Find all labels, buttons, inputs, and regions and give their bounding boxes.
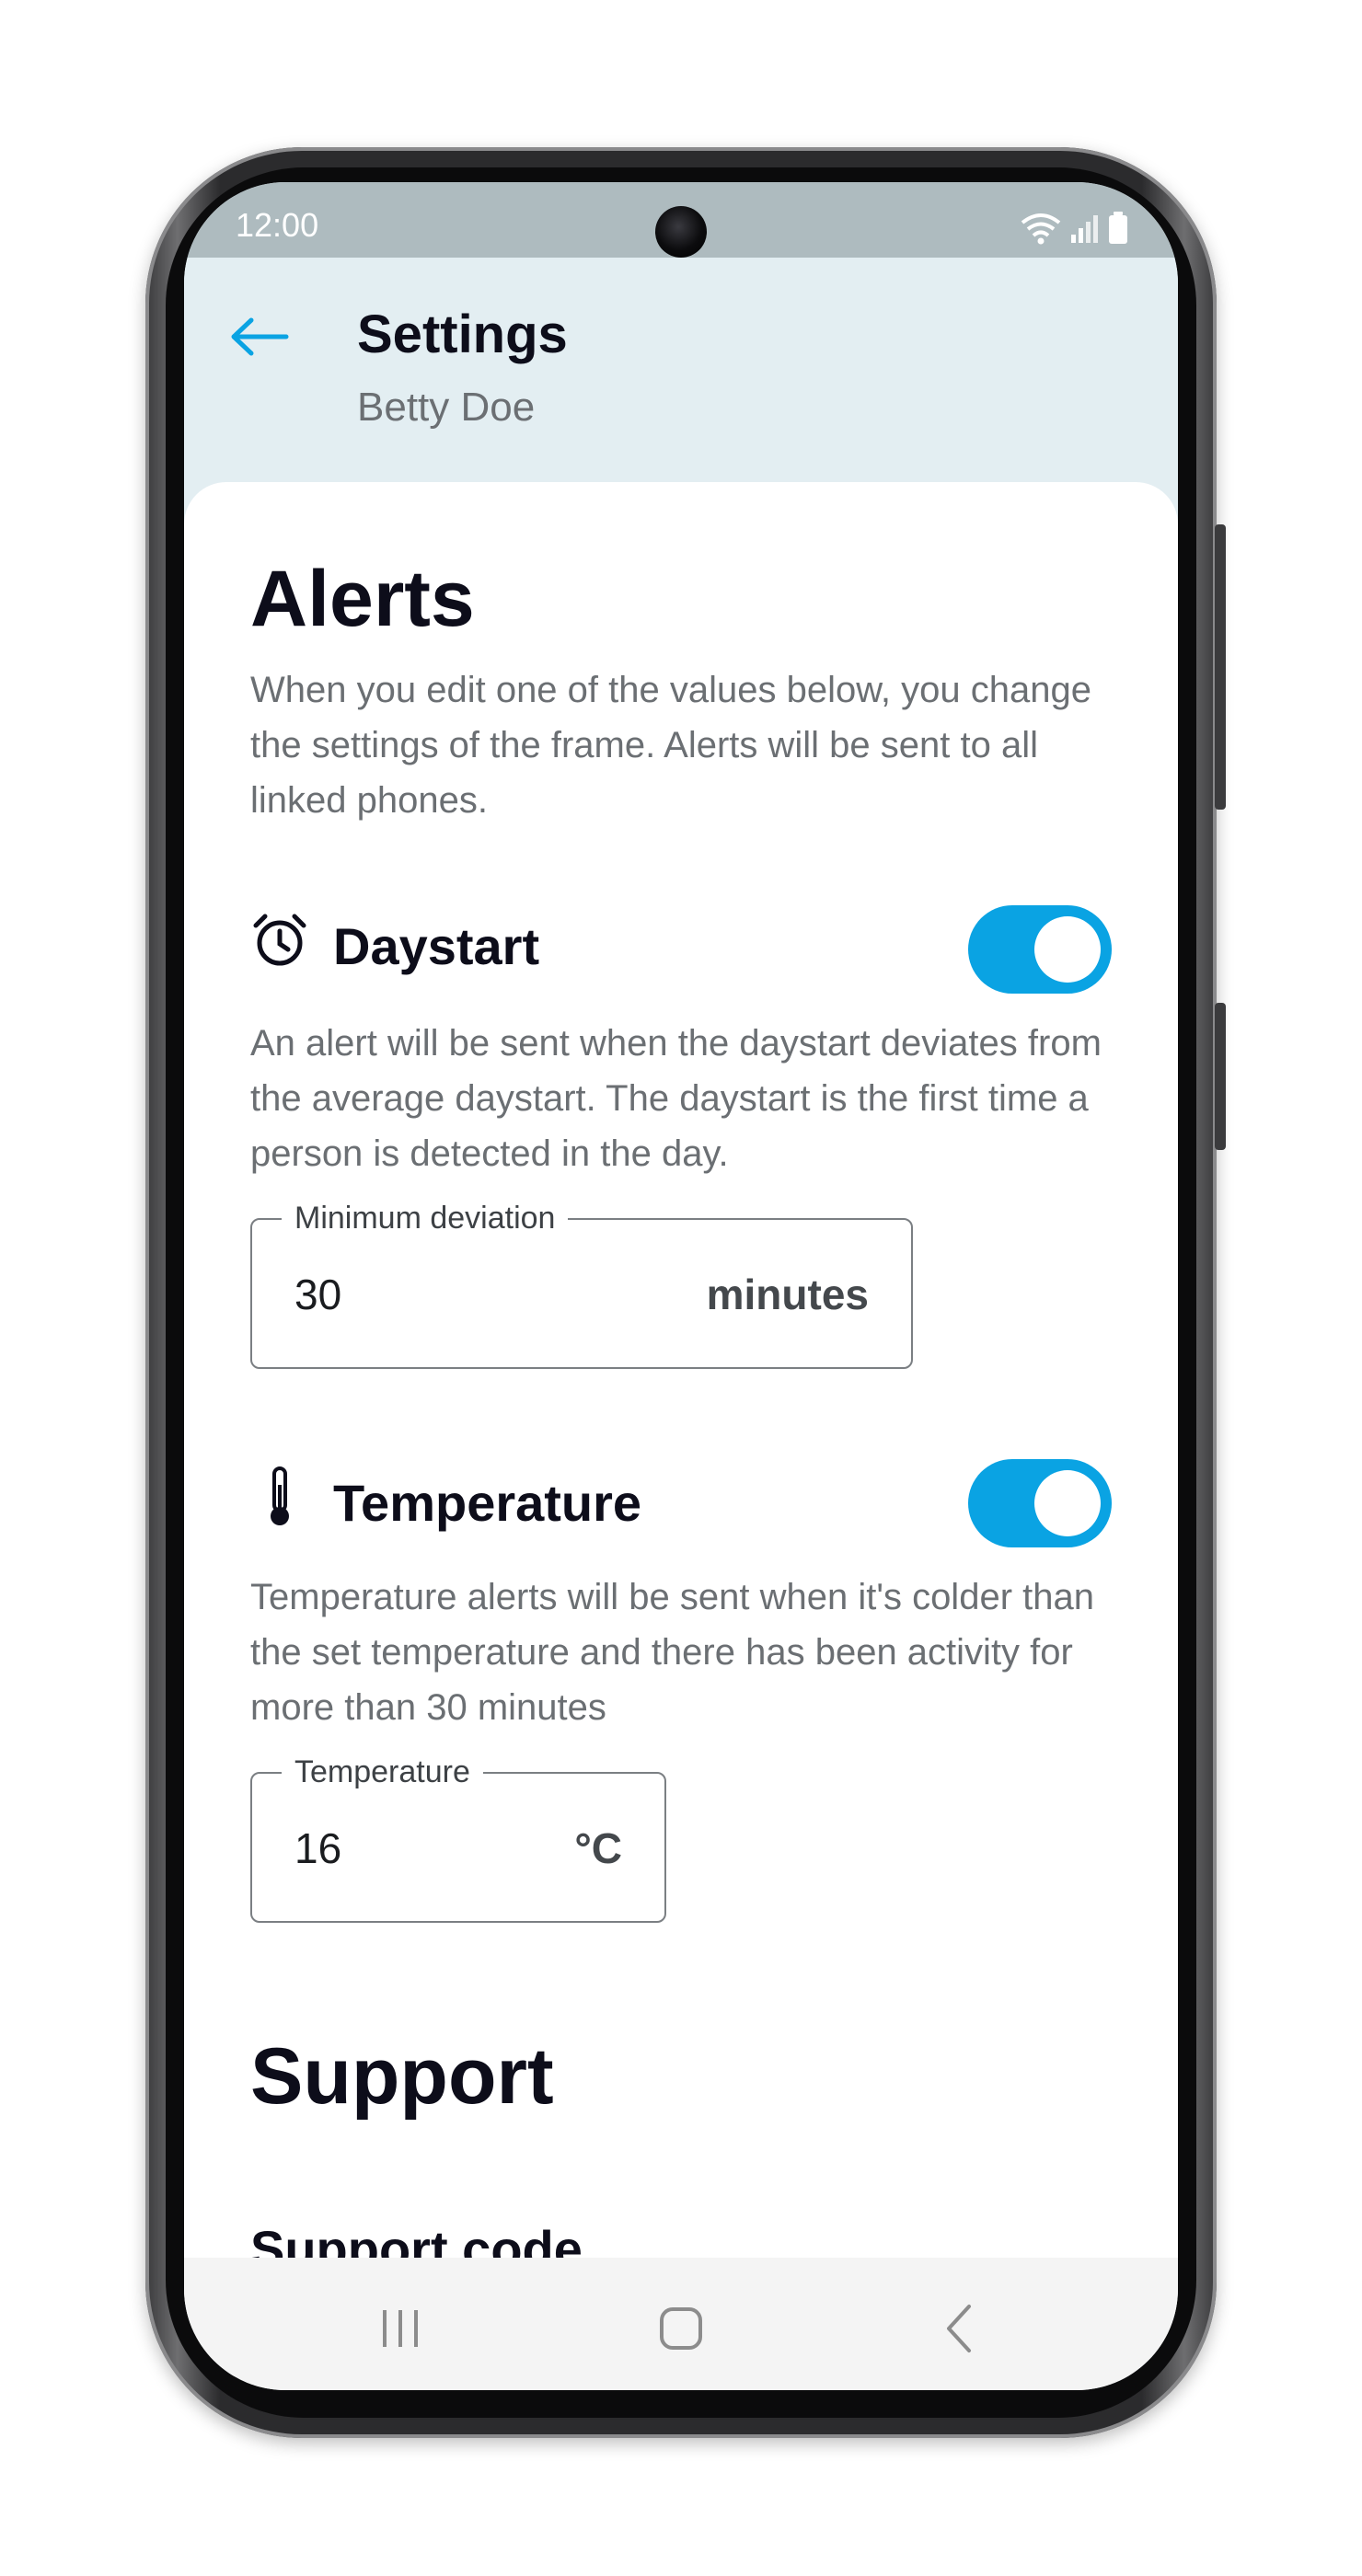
recents-button[interactable] — [368, 2298, 433, 2363]
screen: 12:00 Settings Betty Doe Alerts When you… — [184, 182, 1178, 2390]
signal-icon — [1069, 213, 1101, 248]
support-code-label: Support code — [250, 2220, 583, 2258]
back-button[interactable] — [225, 304, 294, 374]
toggle-knob — [1034, 1470, 1101, 1536]
minimum-deviation-value: 30 — [294, 1271, 342, 1318]
temperature-field-unit: °C — [574, 1824, 622, 1872]
arrow-left-icon — [229, 316, 290, 362]
status-icons — [1020, 212, 1128, 249]
temperature-row: Temperature — [250, 1465, 641, 1541]
settings-sheet: Alerts When you edit one of the values b… — [184, 482, 1178, 2258]
nav-back-button[interactable] — [928, 2298, 992, 2363]
daystart-row: Daystart — [250, 911, 539, 982]
daystart-toggle[interactable] — [968, 905, 1112, 994]
status-time: 12:00 — [236, 206, 319, 244]
chevron-left-icon — [941, 2303, 978, 2359]
temperature-title: Temperature — [333, 1474, 642, 1532]
minimum-deviation-field[interactable]: Minimum deviation 30 minutes — [250, 1200, 913, 1369]
front-camera — [655, 206, 707, 258]
temperature-description: Temperature alerts will be sent when it'… — [250, 1577, 1094, 1728]
thermometer-icon — [250, 1465, 309, 1541]
page-title: Settings — [357, 305, 568, 364]
power-button — [1215, 1003, 1226, 1150]
home-icon — [658, 2306, 704, 2356]
system-nav-bar — [184, 2258, 1178, 2390]
minimum-deviation-label: Minimum deviation — [282, 1200, 569, 1236]
temperature-field[interactable]: Temperature 16 °C — [250, 1754, 666, 1923]
recents-icon — [377, 2307, 423, 2354]
home-button[interactable] — [649, 2298, 713, 2363]
daystart-description: An alert will be sent when the daystart … — [250, 1023, 1102, 1174]
app-bar: Settings Betty Doe — [184, 258, 1178, 482]
alerts-heading: Alerts — [250, 555, 475, 643]
daystart-title: Daystart — [333, 917, 540, 975]
page-subtitle: Betty Doe — [357, 385, 536, 430]
alerts-description: When you edit one of the values below, y… — [250, 670, 1091, 821]
status-bar: 12:00 — [184, 182, 1178, 258]
alarm-clock-icon — [250, 911, 309, 982]
temperature-field-value: 16 — [294, 1824, 342, 1872]
temperature-toggle[interactable] — [968, 1459, 1112, 1547]
volume-button — [1215, 524, 1226, 810]
temperature-field-label: Temperature — [282, 1754, 483, 1790]
support-heading: Support — [250, 2032, 554, 2121]
minimum-deviation-unit: minutes — [706, 1271, 869, 1318]
wifi-icon — [1020, 212, 1062, 249]
toggle-knob — [1034, 916, 1101, 983]
battery-icon — [1108, 212, 1128, 249]
